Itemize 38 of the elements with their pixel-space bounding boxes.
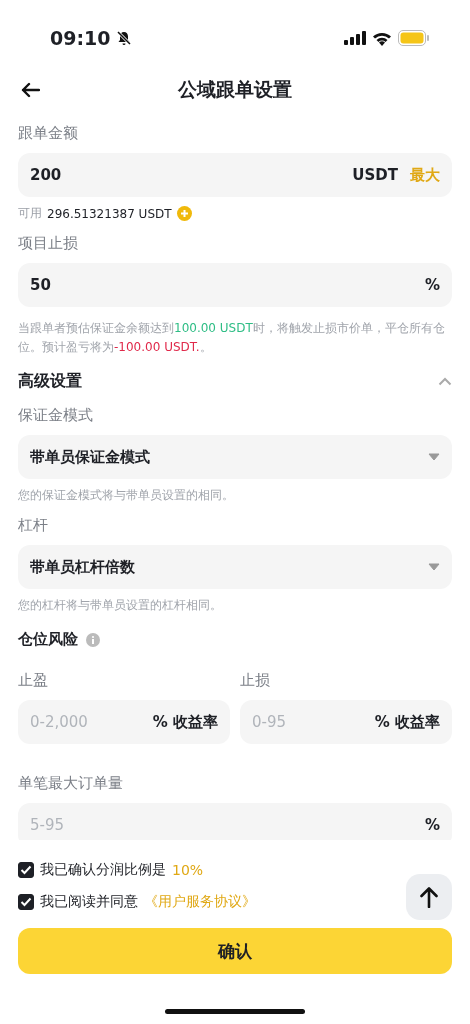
stop-loss-field[interactable]: 50 % [18,263,452,307]
confirm-button[interactable]: 确认 [18,928,452,974]
field-label: 单笔最大订单量 [18,774,123,793]
agreement-text: 我已确认分润比例是 [40,861,166,879]
muted-bell-icon [116,30,133,46]
wifi-icon [372,30,392,46]
hint-text: 您的杠杆将与带单员设置的杠杆相同。 [18,597,222,614]
hint-text: 您的保证金模式将与带单员设置的相同。 [18,487,234,504]
status-time: 09:10 [50,27,111,49]
back-arrow-icon[interactable] [20,82,40,98]
checkbox[interactable] [18,894,34,910]
checkbox[interactable] [18,862,34,878]
highlight-text: 10% [172,862,204,878]
input-field[interactable]: 0-2,000 % 收益率 [18,700,230,744]
scroll-top-button[interactable] [406,874,452,920]
input-field[interactable]: 5-95 % [18,803,452,840]
field-label: 项目止损 [18,234,78,253]
field-label: 止损 [240,671,270,690]
leverage-dropdown[interactable]: 带单员杠杆倍数 [18,545,452,589]
amount-field[interactable]: 200 USDT 最大 [18,153,452,197]
field-label: 保证金模式 [18,406,93,425]
arrow-up-icon [419,886,439,908]
input-field[interactable]: 0-95 % 收益率 [240,700,452,744]
section-title: 高级设置 [18,371,82,392]
stop-loss-note: 当跟单者预估保证金余额达到100.00 USDT时，将触发止损市价单，平仓所有仓位。预计盈亏将为-100.00 USDT.。 [18,320,446,356]
signal-icon [344,31,366,45]
battery-icon [398,30,430,46]
agreement-text: 我已阅读并同意 [40,893,138,911]
caret-icon [428,453,440,461]
available-balance: 296.51321387 USDT [47,206,172,221]
field-label: 止盈 [18,671,48,690]
margin-mode-dropdown[interactable]: 带单员保证金模式 [18,435,452,479]
available-label: 可用 [18,205,42,222]
field-label: 跟单金额 [18,124,78,143]
page-title: 公域跟单设置 [178,77,292,102]
caret-icon [428,563,440,571]
section-title: 仓位风险 [18,630,78,649]
field-label: 杠杆 [18,516,48,535]
